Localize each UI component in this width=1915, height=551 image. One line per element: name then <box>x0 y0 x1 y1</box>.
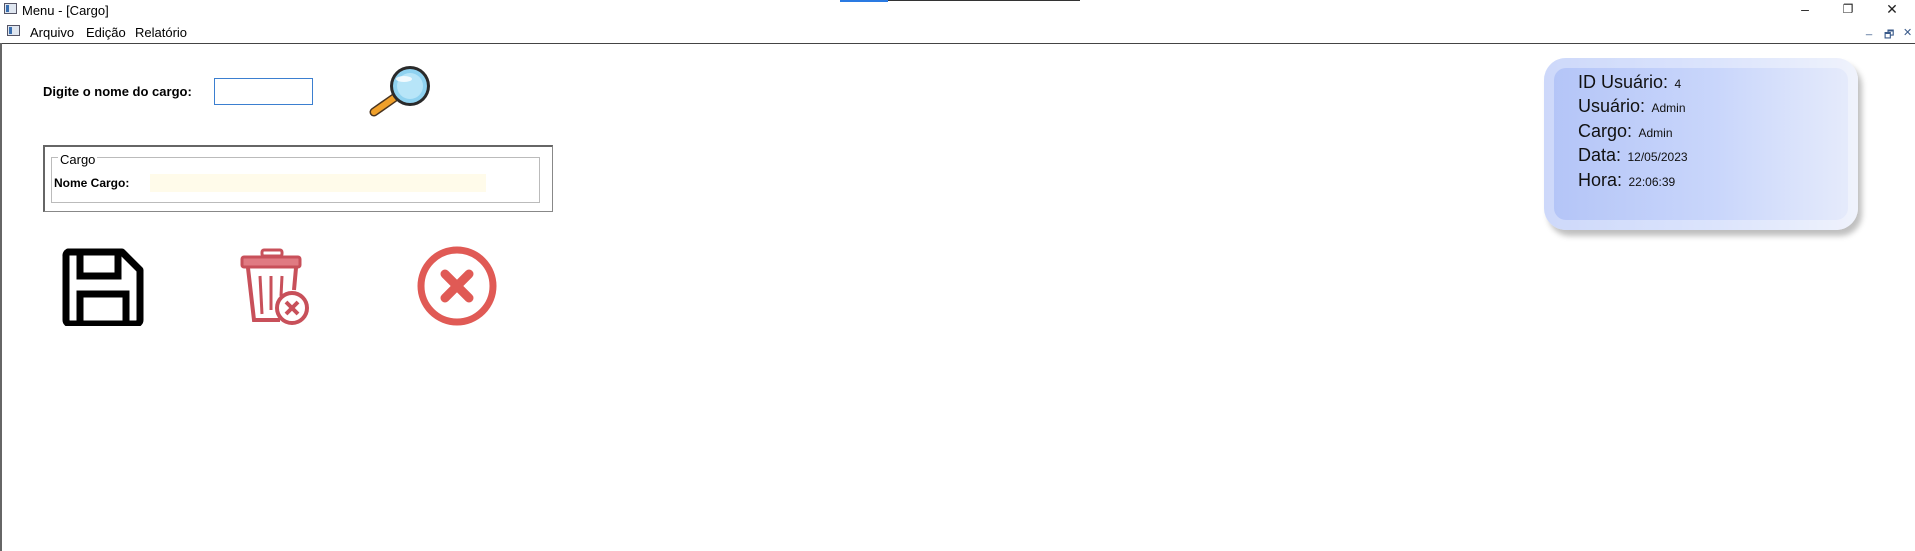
user-name-value: Admin <box>1651 101 1686 115</box>
search-input[interactable] <box>214 78 313 105</box>
cargo-groupbox-title: Cargo <box>58 152 98 167</box>
menu-relatorio[interactable]: Relatório <box>135 25 187 40</box>
user-name-label: Usuário: <box>1578 96 1646 116</box>
trash-delete-icon <box>240 248 309 325</box>
delete-button[interactable] <box>240 248 314 331</box>
search-label: Digite o nome do cargo: <box>43 84 192 99</box>
menu-arquivo[interactable]: Arquivo <box>30 25 74 40</box>
time-row: Hora: 22:06:39 <box>1578 170 1675 191</box>
cancel-button[interactable] <box>416 245 498 332</box>
window-title: Menu - [Cargo] <box>22 3 109 18</box>
client-left-border <box>0 43 2 551</box>
menu-separator <box>0 43 1915 44</box>
mdi-minimize-button[interactable]: _ <box>1866 24 1872 36</box>
time-label: Hora: <box>1578 170 1623 190</box>
user-id-label: ID Usuário: <box>1578 72 1669 92</box>
date-row: Data: 12/05/2023 <box>1578 145 1688 166</box>
user-cargo-value: Admin <box>1638 126 1673 140</box>
user-cargo-label: Cargo: <box>1578 121 1633 141</box>
user-cargo-row: Cargo: Admin <box>1578 121 1673 142</box>
menu-bar: Arquivo Edição Relatório <box>0 22 1915 42</box>
title-bar: Menu - [Cargo] – ❐ ✕ <box>0 0 1915 20</box>
restore-button[interactable]: ❐ <box>1828 0 1868 20</box>
floppy-disk-icon <box>62 248 144 328</box>
cancel-x-icon <box>417 246 497 326</box>
user-name-row: Usuário: Admin <box>1578 96 1686 117</box>
nome-cargo-input[interactable] <box>150 174 486 192</box>
close-button[interactable]: ✕ <box>1872 0 1912 20</box>
mdi-close-button[interactable]: ✕ <box>1903 26 1912 39</box>
user-info-card: ID Usuário: 4 Usuário: Admin Cargo: Admi… <box>1544 58 1858 230</box>
menu-edicao[interactable]: Edição <box>86 25 126 40</box>
time-value: 22:06:39 <box>1628 175 1676 189</box>
title-decoration-accent <box>840 0 888 2</box>
minimize-button[interactable]: – <box>1785 0 1825 20</box>
date-label: Data: <box>1578 145 1622 165</box>
user-id-value: 4 <box>1674 77 1682 91</box>
search-button[interactable] <box>364 66 444 120</box>
date-value: 12/05/2023 <box>1627 150 1688 164</box>
user-id-row: ID Usuário: 4 <box>1578 72 1681 93</box>
app-icon[interactable] <box>4 3 17 14</box>
save-button[interactable] <box>62 248 144 331</box>
mdi-child-icon[interactable] <box>7 25 20 36</box>
nome-cargo-label: Nome Cargo: <box>54 176 130 190</box>
magnifier-icon <box>369 66 430 117</box>
cargo-groupbox: Cargo Nome Cargo: <box>43 145 553 212</box>
